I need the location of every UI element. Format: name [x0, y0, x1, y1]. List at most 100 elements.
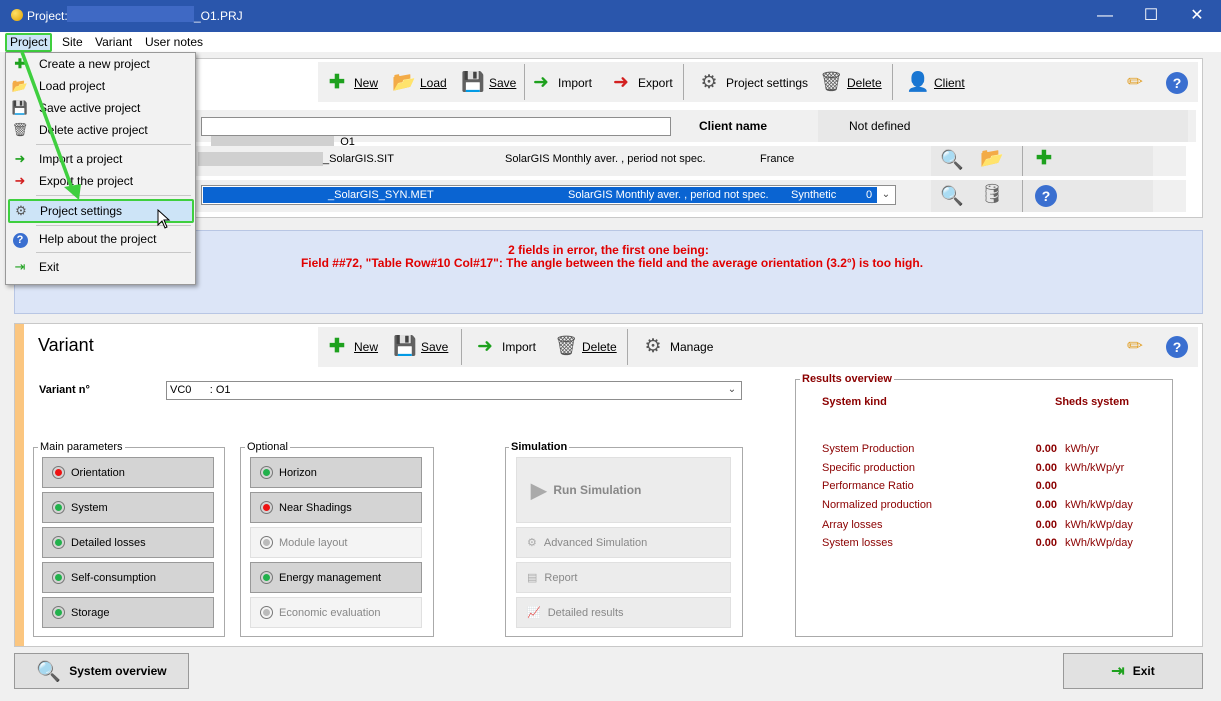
- project-client-button[interactable]: 👤 Client: [906, 70, 965, 96]
- self-consumption-button[interactable]: Self-consumption: [42, 562, 214, 593]
- meteo-extra: 0: [866, 189, 873, 201]
- report-button[interactable]: ▤ Report: [516, 562, 731, 593]
- system-button[interactable]: System: [42, 492, 214, 523]
- help-icon: ?: [1166, 72, 1188, 94]
- site-load-button[interactable]: 📂: [980, 146, 1004, 172]
- close-button[interactable]: ✕: [1174, 0, 1220, 32]
- main-parameters-title: Main parameters: [38, 441, 125, 453]
- variant-edit-button[interactable]: ✏: [1124, 334, 1146, 360]
- storage-button[interactable]: Storage: [42, 597, 214, 628]
- maximize-button[interactable]: ☐: [1128, 0, 1174, 32]
- variant-delete-button[interactable]: 🗑 Delete: [554, 334, 617, 360]
- project-settings-label: Project settings: [726, 76, 809, 90]
- variant-toolbar: [318, 327, 1198, 367]
- energy-management-label: Energy management: [279, 571, 382, 584]
- energy-management-button[interactable]: Energy management: [250, 562, 422, 593]
- result-label: System Production: [822, 443, 915, 455]
- variant-new-button[interactable]: ✚ New: [326, 334, 378, 360]
- result-value: 0.00: [1035, 499, 1057, 511]
- variant-title: Variant: [38, 335, 94, 355]
- project-settings-button[interactable]: ⚙ Project settings: [698, 70, 808, 96]
- chevron-down-icon[interactable]: ⌄: [724, 382, 740, 398]
- simulation-title: Simulation: [509, 441, 570, 453]
- project-import-label: Import: [558, 76, 593, 90]
- chevron-down-icon[interactable]: ⌄: [878, 187, 894, 203]
- project-edit-button[interactable]: ✏: [1124, 70, 1146, 96]
- orientation-button[interactable]: Orientation: [42, 457, 214, 488]
- system-overview-button[interactable]: 🔍 System overview: [14, 653, 189, 689]
- site-new-button[interactable]: ✚: [1033, 146, 1055, 172]
- report-label: Report: [544, 571, 578, 584]
- project-new-button[interactable]: ✚ New: [326, 70, 378, 96]
- magnifier-doc-icon: 🔍: [940, 150, 964, 171]
- site-description: SolarGIS Monthly aver. , period not spec…: [505, 153, 706, 165]
- status-led-icon: [52, 571, 65, 584]
- project-load-button[interactable]: 📂 Load: [392, 70, 447, 96]
- run-simulation-label: Run Simulation: [553, 483, 642, 497]
- project-import-button[interactable]: ➜ Import: [530, 70, 592, 96]
- magnifier-icon: 🔍: [36, 660, 62, 683]
- project-export-button[interactable]: ➜ Export: [610, 70, 673, 96]
- save-icon: 💾: [393, 336, 417, 357]
- result-value: 0.00: [1035, 537, 1057, 549]
- variant-manage-button[interactable]: ⚙ Manage: [642, 334, 713, 360]
- meteo-help-button[interactable]: ?: [1035, 183, 1057, 209]
- near-shadings-button[interactable]: Near Shadings: [250, 492, 422, 523]
- client-name-label: Client name: [699, 119, 768, 133]
- import-icon: ➜: [533, 72, 549, 93]
- optional-title: Optional: [245, 441, 290, 453]
- detailed-losses-button[interactable]: Detailed losses: [42, 527, 214, 558]
- project-delete-label: Delete: [847, 76, 882, 90]
- menu-item-exit[interactable]: ⇥ Exit: [6, 256, 195, 278]
- variant-save-button[interactable]: 💾 Save: [393, 334, 448, 360]
- database-icon: 🛢: [980, 184, 1005, 205]
- project-name-input[interactable]: _O1: [201, 117, 671, 149]
- toolbar-separator: [683, 64, 684, 100]
- variant-manage-label: Manage: [670, 340, 714, 354]
- variant-import-button[interactable]: ➜ Import: [474, 334, 536, 360]
- variant-number-select[interactable]: VC0 : O1: [166, 381, 742, 400]
- meteo-selection: _SolarGIS_SYN.MET SolarGIS Monthly aver.…: [203, 187, 877, 203]
- variant-save-label: Save: [421, 340, 449, 354]
- horizon-button[interactable]: Horizon: [250, 457, 422, 488]
- exit-button[interactable]: ⇥ Exit: [1063, 653, 1203, 689]
- project-help-button[interactable]: ?: [1166, 70, 1188, 96]
- annotation-arrow: [20, 51, 81, 200]
- variant-new-label: New: [354, 340, 379, 354]
- menu-separator: [36, 252, 191, 253]
- status-led-icon: [260, 466, 273, 479]
- project-save-button[interactable]: 💾 Save: [461, 70, 516, 96]
- menu-item-label: Exit: [39, 260, 60, 274]
- result-value: 0.00: [1035, 519, 1057, 531]
- variant-number-label: Variant n°: [39, 384, 90, 396]
- meteo-view-button[interactable]: 🔍: [940, 184, 964, 210]
- result-value: 0.00: [1035, 443, 1057, 455]
- site-country: France: [760, 153, 795, 165]
- meteo-database-button[interactable]: 🛢: [980, 182, 1005, 208]
- exit-label: Exit: [1132, 664, 1155, 678]
- economic-evaluation-label: Economic evaluation: [279, 606, 381, 619]
- project-new-label: New: [354, 76, 379, 90]
- result-unit: kWh/kWp/day: [1065, 537, 1133, 549]
- advanced-simulation-button[interactable]: ⚙ Advanced Simulation: [516, 527, 731, 558]
- near-shadings-label: Near Shadings: [279, 501, 352, 514]
- play-icon: ▶: [531, 479, 547, 502]
- plus-icon: ✚: [329, 336, 345, 357]
- pencil-icon: ✏: [1127, 336, 1143, 357]
- site-view-button[interactable]: 🔍: [940, 148, 964, 174]
- economic-evaluation-button[interactable]: Economic evaluation: [250, 597, 422, 628]
- minimize-button[interactable]: —: [1082, 0, 1128, 32]
- magnifier-doc-icon: 🔍: [940, 186, 964, 207]
- folder-icon: 📂: [392, 72, 416, 93]
- variant-help-button[interactable]: ?: [1166, 334, 1188, 360]
- project-delete-button[interactable]: 🗑 Delete: [819, 70, 882, 96]
- run-simulation-button[interactable]: ▶ Run Simulation: [516, 457, 731, 523]
- storage-label: Storage: [71, 606, 110, 619]
- folder-icon: 📂: [980, 148, 1004, 169]
- meteo-file: _SolarGIS_SYN.MET: [328, 189, 434, 201]
- plus-icon: ✚: [329, 72, 345, 93]
- module-layout-button[interactable]: Module layout: [250, 527, 422, 558]
- detailed-results-button[interactable]: 📈 Detailed results: [516, 597, 731, 628]
- trash-icon: 🗑: [554, 336, 579, 357]
- save-icon: 💾: [461, 72, 485, 93]
